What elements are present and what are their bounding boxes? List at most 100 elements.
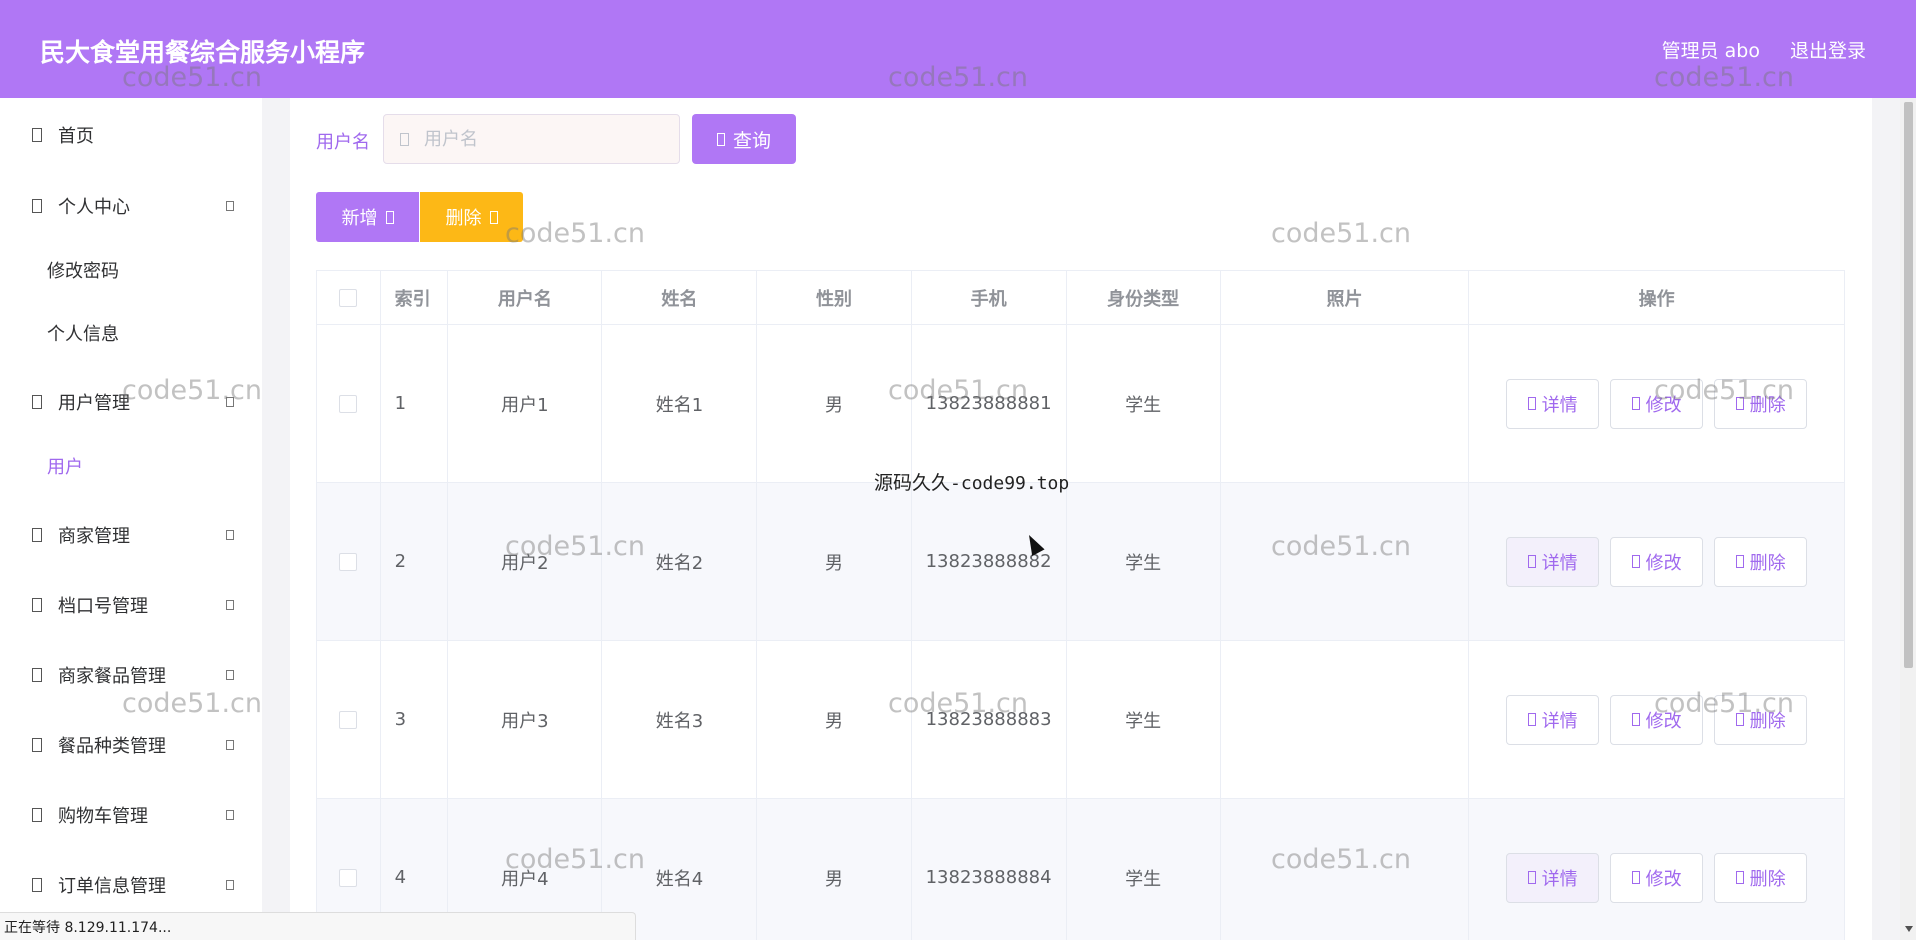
batch-delete-button[interactable]: 删除 — [420, 192, 523, 242]
sidebar-item-order-management[interactable]: 订单信息管理 — [0, 860, 262, 910]
add-button[interactable]: 新增 — [316, 192, 419, 242]
sidebar-item-home[interactable]: 首页 — [0, 110, 262, 160]
center-watermark-en: -code99.top — [950, 473, 1070, 494]
row-checkbox[interactable] — [339, 868, 358, 887]
shop-icon — [32, 528, 42, 542]
cell-photo — [1221, 483, 1470, 640]
detail-label: 详情 — [1541, 868, 1578, 890]
sidebar-item-meal-category-management[interactable]: 餐品种类管理 — [0, 720, 262, 770]
edit-button[interactable]: 修改 — [1610, 852, 1704, 903]
cell-phone: 13823888882 — [912, 483, 1067, 640]
trash-icon — [489, 210, 498, 224]
cell-username: 用户3 — [448, 641, 603, 798]
sidebar-item-label: 购物车管理 — [58, 806, 148, 827]
add-button-label: 新增 — [341, 208, 378, 229]
detail-button[interactable]: 详情 — [1506, 536, 1600, 587]
cell-name: 姓名1 — [602, 325, 758, 482]
cell-phone: 13823888883 — [912, 641, 1067, 798]
cell-photo — [1221, 325, 1470, 482]
row-checkbox[interactable] — [339, 710, 358, 729]
page-scrollbar[interactable] — [1900, 98, 1916, 940]
scroll-down-arrow-icon[interactable] — [1905, 926, 1913, 932]
sidebar-item-label: 修改密码 — [47, 261, 119, 282]
chevron-icon — [226, 740, 234, 750]
sidebar-item-label: 订单信息管理 — [58, 876, 166, 897]
row-select-cell — [317, 641, 381, 798]
cell-phone: 13823888884 — [912, 799, 1067, 940]
sidebar-subitem-change-password[interactable]: 修改密码 — [0, 247, 262, 293]
header-cell-username: 用户名 — [448, 271, 603, 324]
sidebar-item-stall-management[interactable]: 档口号管理 — [0, 580, 262, 630]
users-icon — [32, 395, 42, 409]
cell-photo — [1221, 799, 1470, 940]
delete-label: 删除 — [1749, 710, 1786, 732]
cell-username: 用户1 — [448, 325, 603, 482]
chevron-icon — [226, 201, 234, 211]
edit-label: 修改 — [1645, 394, 1682, 416]
category-icon — [32, 738, 42, 752]
search-username-input[interactable] — [383, 114, 680, 164]
delete-label: 删除 — [1749, 552, 1786, 574]
row-checkbox[interactable] — [339, 394, 358, 413]
delete-icon — [1735, 397, 1744, 410]
header-cell-photo: 照片 — [1221, 271, 1470, 324]
cart-icon — [32, 808, 42, 822]
sidebar-item-label: 用户 — [47, 457, 83, 478]
edit-button[interactable]: 修改 — [1610, 694, 1704, 745]
app-title: 民大食堂用餐综合服务小程序 — [40, 38, 366, 67]
logout-link[interactable]: 退出登录 — [1790, 36, 1866, 63]
sidebar-item-merchant-management[interactable]: 商家管理 — [0, 510, 262, 560]
cell-sex: 男 — [757, 325, 912, 482]
admin-user-label: 管理员 abo — [1661, 40, 1760, 62]
delete-button[interactable]: 删除 — [1714, 378, 1808, 429]
sidebar-item-personal-center[interactable]: 个人中心 — [0, 181, 262, 231]
sidebar-subitem-user[interactable]: 用户 — [0, 443, 262, 489]
table-row: 3 用户3 姓名3 男 13823888883 学生 详情 修改 删除 — [317, 641, 1845, 799]
edit-button[interactable]: 修改 — [1610, 378, 1704, 429]
chevron-icon — [226, 810, 234, 820]
chevron-icon — [226, 530, 234, 540]
sidebar-item-cart-management[interactable]: 购物车管理 — [0, 790, 262, 840]
chevron-icon — [226, 880, 234, 890]
row-select-cell — [317, 483, 381, 640]
stall-icon — [32, 598, 42, 612]
header-user-area: 管理员 abo 退出登录 — [1662, 36, 1866, 63]
edit-icon — [1631, 713, 1640, 726]
sidebar-item-meal-management[interactable]: 商家餐品管理 — [0, 650, 262, 700]
status-text: 正在等待 8.129.11.174... — [4, 919, 172, 936]
browser-status-bar: 正在等待 8.129.11.174... — [0, 912, 636, 940]
cell-type: 学生 — [1067, 641, 1221, 798]
sidebar-item-label: 个人信息 — [47, 324, 119, 345]
table-row: 1 用户1 姓名1 男 13823888881 学生 详情 修改 删除 — [317, 325, 1845, 483]
cell-photo — [1221, 641, 1470, 798]
query-button[interactable]: 查询 — [692, 114, 796, 164]
detail-button[interactable]: 详情 — [1506, 694, 1600, 745]
sidebar-item-label: 商家餐品管理 — [58, 666, 166, 687]
delete-button-label: 删除 — [445, 208, 482, 229]
detail-label: 详情 — [1541, 552, 1578, 574]
header-cell-index: 索引 — [381, 271, 449, 324]
edit-button[interactable]: 修改 — [1610, 536, 1704, 587]
cell-sex: 男 — [757, 483, 912, 640]
cell-sex: 男 — [757, 641, 912, 798]
row-checkbox[interactable] — [339, 552, 358, 571]
cell-phone: 13823888881 — [912, 325, 1067, 482]
sidebar-item-user-management[interactable]: 用户管理 — [0, 377, 262, 427]
user-input-icon — [400, 133, 409, 146]
cell-index: 2 — [381, 483, 449, 640]
scrollbar-thumb[interactable] — [1904, 102, 1913, 668]
detail-button[interactable]: 详情 — [1506, 378, 1600, 429]
table-header-row: 索引 用户名 姓名 性别 手机 身份类型 照片 操作 — [317, 271, 1845, 325]
detail-button[interactable]: 详情 — [1506, 852, 1600, 903]
delete-button[interactable]: 删除 — [1714, 694, 1808, 745]
edit-label: 修改 — [1645, 868, 1682, 890]
user-icon — [32, 199, 42, 213]
edit-label: 修改 — [1645, 552, 1682, 574]
delete-button[interactable]: 删除 — [1714, 852, 1808, 903]
cell-index: 3 — [381, 641, 449, 798]
sidebar-subitem-personal-info[interactable]: 个人信息 — [0, 310, 262, 356]
cell-sex: 男 — [757, 799, 912, 940]
select-all-checkbox[interactable] — [339, 288, 358, 307]
delete-button[interactable]: 删除 — [1714, 536, 1808, 587]
header-cell-sex: 性别 — [757, 271, 912, 324]
